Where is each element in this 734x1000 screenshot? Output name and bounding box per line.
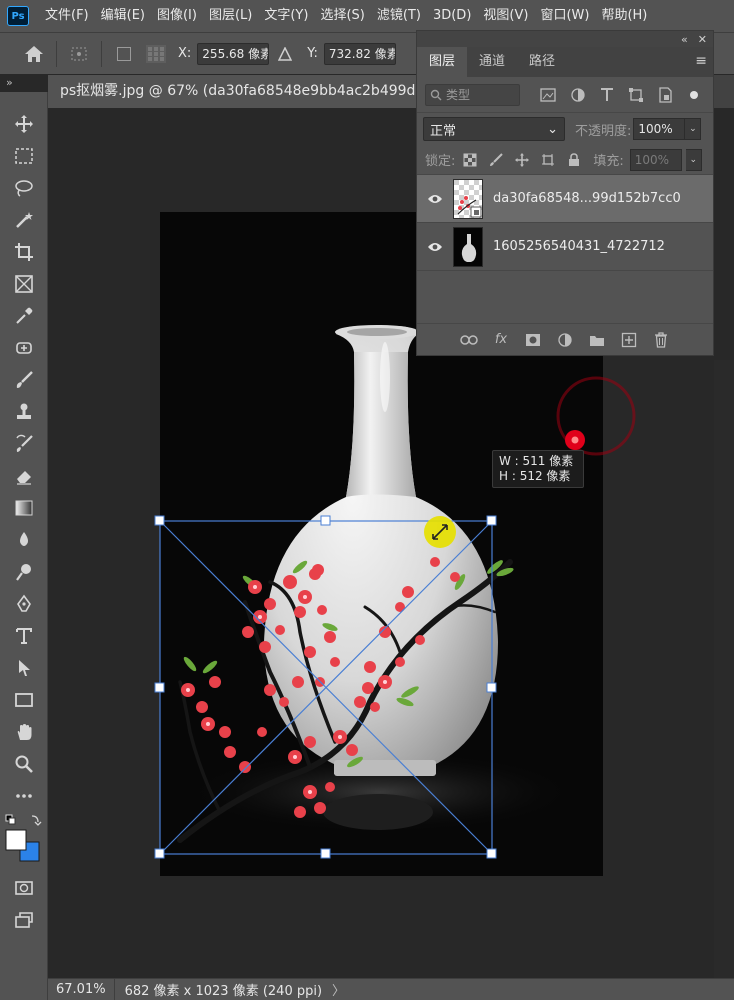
blend-mode-value: 正常 — [430, 123, 457, 139]
transform-handle-bottom-left — [154, 848, 165, 859]
panel-close-icon[interactable]: ✕ — [698, 33, 707, 46]
filter-toggle-icon[interactable] — [684, 84, 705, 106]
lock-transparency-icon[interactable] — [459, 149, 481, 171]
panel-header-controls: « ✕ — [417, 31, 713, 47]
tab-paths[interactable]: 路径 — [517, 47, 567, 77]
lock-position-icon[interactable] — [511, 149, 533, 171]
filter-shape-icon[interactable] — [625, 84, 646, 106]
document-info: 682 像素 x 1023 像素 (240 ppi) — [124, 984, 323, 999]
tab-layers[interactable]: 图层 — [417, 47, 468, 77]
layer-row[interactable]: da30fa68548...99d152b7cc0 — [417, 175, 713, 223]
filter-pixel-icon[interactable] — [538, 84, 559, 106]
transform-diagonals — [159, 520, 493, 855]
lock-row: 锁定: 填充: 100% ⌄ — [417, 145, 713, 175]
layer-name[interactable]: 1605256540431_4722712 — [493, 239, 665, 254]
visibility-eye-icon[interactable] — [417, 193, 453, 205]
new-group-icon[interactable] — [587, 330, 607, 350]
layers-panel-footer: fx — [417, 323, 713, 355]
lock-artboard-icon[interactable] — [537, 149, 559, 171]
transform-handle-bottom — [320, 848, 331, 859]
layer-row[interactable]: 1605256540431_4722712 — [417, 223, 713, 271]
lock-label: 锁定: — [425, 154, 456, 169]
panel-collapse-icon[interactable]: « — [681, 33, 688, 46]
transform-handle-top — [320, 515, 331, 526]
panel-menu-icon[interactable]: ≡ — [695, 53, 707, 69]
right-panel-dock — [714, 360, 734, 978]
status-bar: 67.01% 682 像素 x 1023 像素 (240 ppi) 〉 — [48, 978, 734, 1000]
filter-kind-label: 类型 — [446, 88, 471, 102]
panel-tabs: 图层 通道 路径 ≡ — [417, 47, 713, 77]
search-icon — [430, 89, 442, 100]
filter-type-icon[interactable] — [596, 84, 617, 106]
opacity-label: 不透明度: — [575, 123, 632, 139]
layer-name[interactable]: da30fa68548...99d152b7cc0 — [493, 191, 681, 206]
transform-size-tooltip: W : 511 像素 H : 512 像素 — [492, 450, 584, 488]
fill-slider-toggle[interactable]: ⌄ — [685, 148, 702, 171]
width-readout: W : 511 像素 — [499, 454, 574, 468]
lock-all-icon[interactable] — [563, 149, 585, 171]
fill-input[interactable]: 100% — [629, 148, 682, 171]
zoom-level-field[interactable]: 67.01% — [48, 978, 115, 1000]
layer-style-fx-icon[interactable]: fx — [491, 330, 511, 350]
status-menu-arrow-icon[interactable]: 〉 — [332, 980, 345, 999]
transform-handle-bottom-right — [486, 848, 497, 859]
delete-layer-icon[interactable] — [651, 330, 671, 350]
blend-mode-select[interactable]: 正常 ⌄ — [423, 117, 565, 141]
link-layers-icon[interactable] — [459, 330, 479, 350]
transform-handle-top-right — [486, 515, 497, 526]
transform-handle-left — [154, 682, 165, 693]
height-readout: H : 512 像素 — [499, 469, 571, 483]
add-mask-icon[interactable] — [523, 330, 543, 350]
transform-handle-right — [486, 682, 497, 693]
lock-image-pixels-icon[interactable] — [485, 149, 507, 171]
layer-thumbnail — [453, 178, 483, 219]
filter-kind-dropdown[interactable]: 类型 — [425, 83, 520, 106]
chevron-down-icon: ⌄ — [547, 121, 558, 137]
opacity-input[interactable]: 100% — [633, 118, 686, 140]
layer-thumbnail — [453, 226, 483, 267]
new-adjustment-layer-icon[interactable] — [555, 330, 575, 350]
blend-opacity-row: 正常 ⌄ 不透明度: 100% ⌄ — [417, 113, 713, 145]
layer-filter-row: 类型 — [417, 77, 713, 113]
visibility-eye-icon[interactable] — [417, 241, 453, 253]
filter-smart-object-icon[interactable] — [655, 84, 676, 106]
tab-channels[interactable]: 通道 — [467, 47, 517, 77]
photoshop-window: Ps 文件(F) 编辑(E) 图像(I) 图层(L) 文字(Y) 选择(S) 滤… — [0, 0, 734, 1000]
opacity-slider-toggle[interactable]: ⌄ — [685, 118, 702, 140]
new-layer-icon[interactable] — [619, 330, 639, 350]
fill-label: 填充: — [593, 154, 624, 169]
transform-handle-top-left — [154, 515, 165, 526]
filter-adjustment-icon[interactable] — [567, 84, 588, 106]
layers-panel: « ✕ 图层 通道 路径 ≡ 类型 正常 ⌄ 不透明度: 100% ⌄ 锁定: … — [416, 30, 714, 356]
